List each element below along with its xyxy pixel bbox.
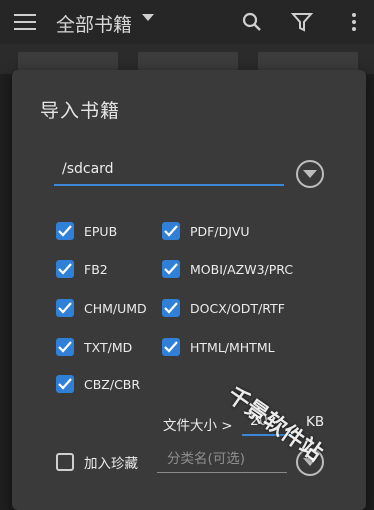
checkbox-checked-icon [56,299,74,317]
format-label: CBZ/CBR [84,376,141,392]
checkbox-checked-icon [56,375,74,393]
file-size-unit: KB [306,414,325,430]
format-label: EPUB [84,223,118,239]
file-size-field[interactable] [242,410,292,436]
caret-down-icon [303,458,317,466]
file-size-label: 文件大小 > [163,418,233,434]
dialog-title: 导入书籍 [40,100,121,122]
path-field[interactable] [54,158,284,186]
format-label: DOCX/ODT/RTF [190,300,285,316]
format-label: MOBI/AZW3/PRC [190,261,294,277]
category-dropdown-button[interactable] [296,448,324,476]
format-checkbox-epub[interactable]: EPUB [56,222,117,240]
path-dropdown-button[interactable] [296,160,324,188]
caret-down-icon [303,170,317,178]
menu-icon[interactable] [14,14,36,30]
path-input[interactable] [54,159,282,177]
caret-down-icon[interactable] [142,14,154,21]
format-checkbox-mobi[interactable]: MOBI/AZW3/PRC [162,260,293,278]
format-label: TXT/MD [84,339,133,355]
search-icon[interactable] [240,10,264,34]
more-vert-icon[interactable] [342,10,366,34]
app-title[interactable]: 全部书籍 [56,10,132,37]
category-field[interactable] [157,448,287,473]
checkbox-unchecked-icon [56,453,74,471]
add-to-favorites-checkbox[interactable]: 加入珍藏 [56,452,138,472]
format-label: HTML/MHTML [190,339,275,355]
checkbox-checked-icon [162,338,180,356]
format-label: CHM/UMD [84,300,147,316]
format-checkbox-html[interactable]: HTML/MHTML [162,338,275,356]
checkbox-checked-icon [162,260,180,278]
format-label: FB2 [84,261,108,277]
format-checkbox-chm[interactable]: CHM/UMD [56,299,147,317]
top-app-bar: 全部书籍 [0,0,374,44]
format-checkbox-cbz[interactable]: CBZ/CBR [56,375,140,393]
add-to-favorites-label: 加入珍藏 [84,456,138,472]
checkbox-checked-icon [162,299,180,317]
file-size-input[interactable] [242,411,288,429]
checkbox-checked-icon [56,260,74,278]
filter-icon[interactable] [290,10,314,34]
format-label: PDF/DJVU [190,223,250,239]
checkbox-checked-icon [162,222,180,240]
import-books-dialog: 导入书籍 EPUB PDF/DJVU FB2 MOBI/AZW3/PRC CHM… [12,70,366,510]
format-checkbox-pdf[interactable]: PDF/DJVU [162,222,250,240]
format-checkbox-docx[interactable]: DOCX/ODT/RTF [162,299,285,317]
checkbox-checked-icon [56,222,74,240]
checkbox-checked-icon [56,338,74,356]
format-checkbox-txt[interactable]: TXT/MD [56,338,132,356]
category-input[interactable] [157,449,287,467]
format-checkbox-fb2[interactable]: FB2 [56,260,108,278]
